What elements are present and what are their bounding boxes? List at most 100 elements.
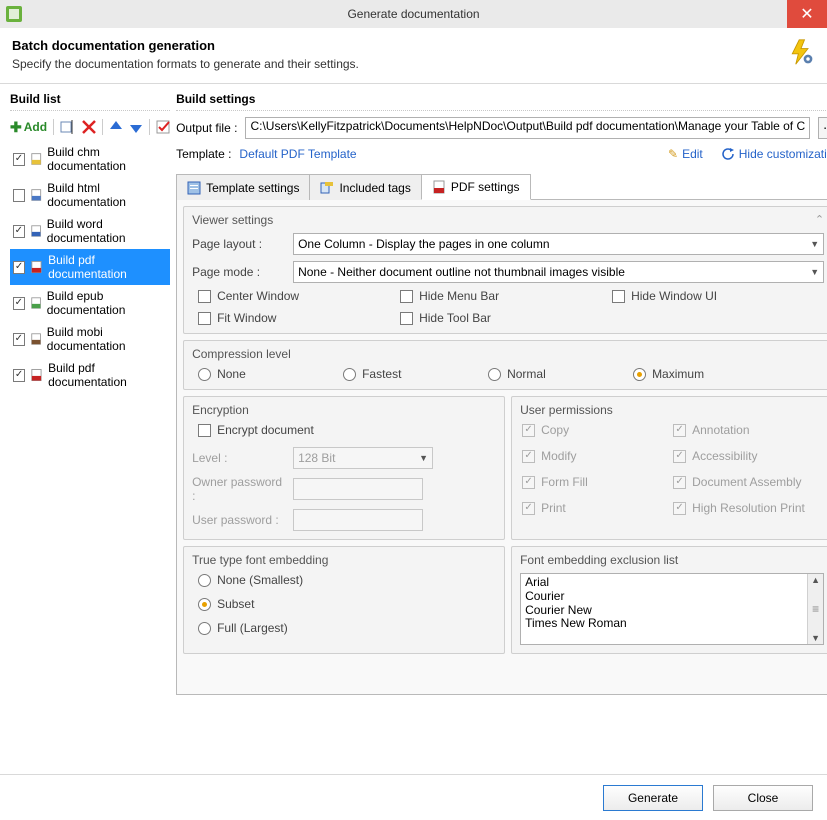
encryption-group: Encryption Encrypt document Level : 128 … — [183, 396, 505, 540]
owner-password-label: Owner password : — [192, 475, 287, 503]
collapse-icon[interactable]: ⌃ — [815, 213, 824, 226]
move-up-icon[interactable] — [109, 120, 123, 134]
add-button[interactable]: ✚Add — [10, 120, 47, 134]
tab-pdf-settings[interactable]: PDF settings — [421, 174, 531, 200]
permissions-title: User permissions — [520, 403, 824, 417]
check-all-icon[interactable] — [156, 120, 170, 134]
build-list-panel: Build list ✚Add Build chm documentation B… — [0, 84, 170, 774]
page-layout-select[interactable]: One Column - Display the pages in one co… — [293, 233, 824, 255]
font-embedding-title: True type font embedding — [192, 553, 496, 567]
font-exclusion-item[interactable]: Times New Roman — [525, 617, 803, 631]
build-list-item[interactable]: Build pdf documentation — [10, 249, 170, 285]
encrypt-document-checkbox[interactable]: Encrypt document — [192, 423, 496, 437]
font-embed-full-radio[interactable]: Full (Largest) — [198, 621, 496, 635]
hide-window-ui-checkbox[interactable]: Hide Window UI — [612, 289, 812, 303]
checkbox[interactable] — [13, 225, 25, 238]
build-list-item[interactable]: Build epub documentation — [10, 285, 170, 321]
output-file-input[interactable]: C:\Users\KellyFitzpatrick\Documents\Help… — [245, 117, 810, 139]
font-embedding-group: True type font embedding None (Smallest)… — [183, 546, 505, 654]
output-file-label: Output file : — [176, 121, 237, 135]
owner-password-input — [293, 478, 423, 500]
header-title: Batch documentation generation — [12, 38, 359, 53]
checkbox[interactable] — [13, 369, 25, 382]
build-list-item-label: Build html documentation — [47, 181, 167, 209]
footer: Generate Close — [0, 774, 827, 820]
template-label: Template : — [176, 147, 231, 161]
compression-maximum-radio[interactable]: Maximum — [633, 367, 778, 381]
permission-high-resolution-print-checkbox: High Resolution Print — [673, 501, 824, 515]
checkbox[interactable] — [13, 189, 25, 202]
pdf-settings-panel: Viewer settings⌃ Page layout : One Colum… — [176, 200, 827, 695]
close-window-button[interactable]: ✕ — [787, 0, 827, 28]
compression-fastest-radio[interactable]: Fastest — [343, 367, 488, 381]
font-embed-subset-radio[interactable]: Subset — [198, 597, 496, 611]
tab-template-settings[interactable]: Template settings — [176, 174, 310, 200]
titlebar: Generate documentation ✕ — [0, 0, 827, 28]
rename-icon[interactable] — [60, 119, 76, 135]
center-window-checkbox[interactable]: Center Window — [198, 289, 388, 303]
tab-label: PDF settings — [451, 180, 520, 194]
scroll-grip-icon[interactable]: ≡ — [812, 605, 819, 613]
user-password-input — [293, 509, 423, 531]
font-exclusion-listbox[interactable]: ArialCourierCourier NewTimes New Roman ▲… — [520, 573, 824, 645]
permission-accessibility-checkbox: Accessibility — [673, 449, 824, 463]
font-exclusion-item[interactable]: Arial — [525, 576, 803, 590]
hide-menu-bar-checkbox[interactable]: Hide Menu Bar — [400, 289, 600, 303]
edit-template-link[interactable]: ✎Edit — [668, 147, 703, 161]
generate-button[interactable]: Generate — [603, 785, 703, 811]
build-list-item-label: Build chm documentation — [47, 145, 167, 173]
checkbox[interactable] — [13, 297, 25, 310]
template-link[interactable]: Default PDF Template — [239, 147, 356, 161]
lightning-gear-icon — [787, 38, 815, 66]
refresh-icon — [721, 147, 735, 161]
tab-included-tags[interactable]: Included tags — [309, 174, 421, 200]
font-embed-none-radio[interactable]: None (Smallest) — [198, 573, 496, 587]
build-list-item-label: Build mobi documentation — [47, 325, 167, 353]
build-list-item[interactable]: Build chm documentation — [10, 141, 170, 177]
page-mode-select[interactable]: None - Neither document outline not thum… — [293, 261, 824, 283]
browse-output-button[interactable]: ⋯ — [818, 117, 827, 139]
build-list-title: Build list — [10, 92, 170, 106]
build-list-item[interactable]: Build word documentation — [10, 213, 170, 249]
encryption-level-label: Level : — [192, 451, 287, 465]
permission-annotation-checkbox: Annotation — [673, 423, 824, 437]
tab-label: Template settings — [206, 181, 299, 195]
build-settings-title: Build settings — [176, 92, 827, 106]
font-exclusion-item[interactable]: Courier — [525, 590, 803, 604]
permission-document-assembly-checkbox: Document Assembly — [673, 475, 824, 489]
build-list-item[interactable]: Build pdf documentation — [10, 357, 170, 393]
fit-window-checkbox[interactable]: Fit Window — [198, 311, 388, 325]
header-subtitle: Specify the documentation formats to gen… — [12, 57, 359, 71]
build-list-toolbar: ✚Add — [10, 117, 170, 141]
permission-modify-checkbox: Modify — [522, 449, 673, 463]
build-list-item-label: Build word documentation — [47, 217, 167, 245]
delete-icon[interactable] — [82, 120, 96, 134]
hide-customization-link[interactable]: Hide customization — [721, 147, 827, 161]
scroll-up-icon[interactable]: ▲ — [811, 574, 820, 586]
close-button[interactable]: Close — [713, 785, 813, 811]
checkbox[interactable] — [13, 333, 25, 346]
build-settings-panel: Build settings Output file : C:\Users\Ke… — [170, 84, 827, 774]
build-list-item[interactable]: Build html documentation — [10, 177, 170, 213]
scrollbar[interactable]: ▲ ≡ ▼ — [807, 574, 823, 644]
scroll-down-icon[interactable]: ▼ — [811, 632, 820, 644]
compression-title: Compression level — [192, 347, 824, 361]
compression-normal-radio[interactable]: Normal — [488, 367, 633, 381]
compression-none-radio[interactable]: None — [198, 367, 343, 381]
build-list-item-label: Build pdf documentation — [48, 361, 167, 389]
encryption-title: Encryption — [192, 403, 496, 417]
permission-print-checkbox: Print — [522, 501, 673, 515]
font-exclusion-group: Font embedding exclusion list ArialCouri… — [511, 546, 827, 654]
header: Batch documentation generation Specify t… — [0, 28, 827, 84]
permission-copy-checkbox: Copy — [522, 423, 673, 437]
move-down-icon[interactable] — [129, 120, 143, 134]
window-title: Generate documentation — [347, 7, 479, 21]
permissions-group: User permissions CopyAnnotationModifyAcc… — [511, 396, 827, 540]
font-exclusion-item[interactable]: Courier New — [525, 604, 803, 618]
build-list-item[interactable]: Build mobi documentation — [10, 321, 170, 357]
hide-tool-bar-checkbox[interactable]: Hide Tool Bar — [400, 311, 600, 325]
font-exclusion-title: Font embedding exclusion list — [520, 553, 824, 567]
checkbox[interactable] — [13, 261, 25, 274]
checkbox[interactable] — [13, 153, 25, 166]
build-list-item-label: Build pdf documentation — [48, 253, 167, 281]
